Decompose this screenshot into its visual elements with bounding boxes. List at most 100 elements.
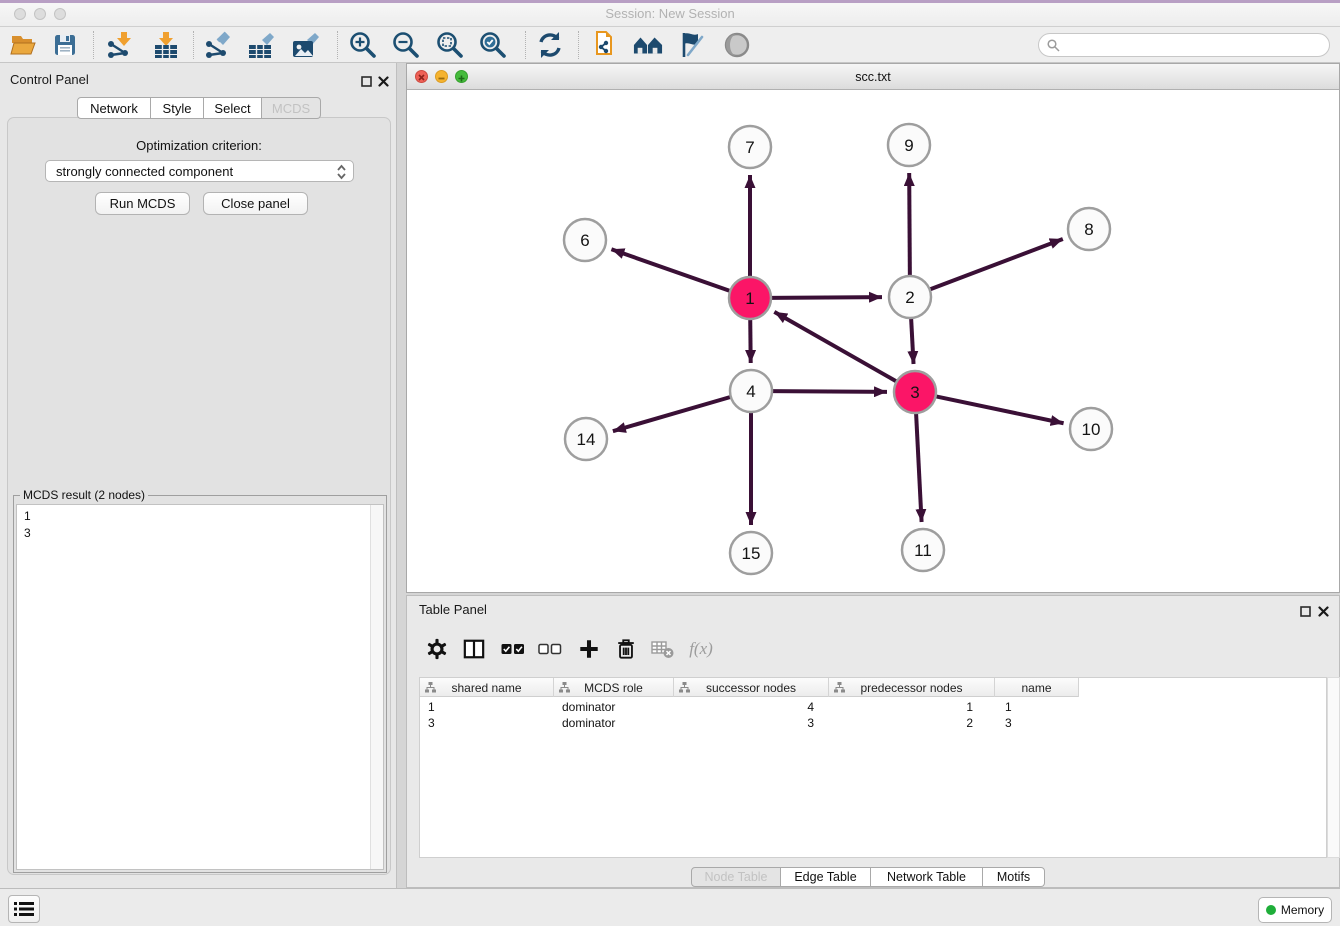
edge-1-2[interactable]: [771, 297, 882, 298]
duplicate-network-icon[interactable]: [590, 30, 620, 60]
mcds-result-legend: MCDS result (2 nodes): [20, 488, 148, 502]
refresh-icon[interactable]: [535, 30, 565, 60]
zoom-fit-icon[interactable]: [435, 30, 465, 60]
search-input[interactable]: [1065, 35, 1323, 55]
result-scrollbar[interactable]: [370, 505, 383, 869]
cell-predecessor-nodes: 2: [829, 715, 995, 731]
edge-3-1[interactable]: [774, 312, 896, 382]
tab-node-table[interactable]: Node Table: [691, 867, 781, 887]
column-header-predecessor-nodes[interactable]: predecessor nodes: [829, 678, 995, 697]
memory-label: Memory: [1281, 903, 1324, 917]
network-window-title: scc.txt: [407, 70, 1339, 84]
node-label: 10: [1082, 420, 1101, 439]
node-label: 9: [904, 136, 913, 155]
optimization-criterion-label: Optimization criterion:: [8, 138, 390, 153]
edge-2-3[interactable]: [911, 318, 913, 364]
close-table-panel-icon[interactable]: [1318, 604, 1329, 615]
edge-2-8[interactable]: [930, 239, 1063, 290]
result-line: 3: [24, 525, 376, 542]
tab-edge-table[interactable]: Edge Table: [781, 867, 871, 887]
float-table-panel-icon[interactable]: [1300, 604, 1311, 615]
zoom-out-icon[interactable]: [391, 30, 421, 60]
cell-mcds-role: dominator: [554, 699, 674, 715]
edge-1-6[interactable]: [611, 249, 730, 291]
network-window-titlebar[interactable]: scc.txt: [407, 64, 1339, 90]
tab-network-table[interactable]: Network Table: [871, 867, 983, 887]
edge-4-14[interactable]: [613, 397, 731, 431]
network-canvas[interactable]: 7968124314101511: [407, 90, 1339, 592]
window-titlebar: Session: New Session: [0, 0, 1340, 27]
toolbar-separator: [93, 31, 94, 59]
control-panel-title: Control Panel: [10, 72, 89, 87]
status-bar: Memory: [0, 888, 1340, 926]
application-window: Session: New Session: [0, 0, 1340, 926]
table-row[interactable]: 1 dominator 4 1 1: [420, 699, 1079, 715]
column-header-shared-name[interactable]: shared name: [420, 678, 554, 697]
column-header-successor-nodes[interactable]: successor nodes: [674, 678, 829, 697]
cell-shared-name: 1: [420, 699, 554, 715]
export-image-icon[interactable]: [290, 30, 320, 60]
edge-3-10[interactable]: [936, 396, 1064, 423]
cell-predecessor-nodes: 1: [829, 699, 995, 715]
cell-mcds-role: dominator: [554, 715, 674, 731]
column-header-name[interactable]: name: [995, 678, 1079, 697]
save-session-icon[interactable]: [50, 30, 80, 60]
task-history-button[interactable]: [8, 895, 40, 923]
toolbar-separator: [337, 31, 338, 59]
export-table-icon[interactable]: [246, 30, 276, 60]
table-tabs: Node Table Edge Table Network Table Moti…: [691, 867, 1045, 887]
edge-2-9[interactable]: [909, 173, 910, 276]
close-panel-icon[interactable]: [378, 74, 389, 85]
table-panel-title: Table Panel: [419, 602, 487, 617]
eye-icon[interactable]: [722, 30, 752, 60]
mcds-result-box[interactable]: 1 3: [16, 504, 384, 870]
toolbar-separator: [578, 31, 579, 59]
column-header-mcds-role[interactable]: MCDS role: [554, 678, 674, 697]
export-network-icon[interactable]: [202, 30, 232, 60]
tab-style[interactable]: Style: [151, 97, 204, 119]
cell-successor-nodes: 4: [674, 699, 829, 715]
edge-4-3[interactable]: [772, 391, 887, 392]
window-title: Session: New Session: [0, 6, 1340, 21]
flag-icon[interactable]: [677, 30, 707, 60]
tab-network[interactable]: Network: [77, 97, 151, 119]
tree-icon: [834, 682, 845, 693]
import-table-icon[interactable]: [151, 30, 181, 60]
toolbar-separator: [193, 31, 194, 59]
control-panel: Control Panel Network Style Select MCDS …: [0, 63, 397, 888]
import-network-icon[interactable]: [104, 30, 134, 60]
neighbors-houses-icon[interactable]: [633, 30, 663, 60]
show-columns-icon[interactable]: [457, 634, 491, 664]
node-label: 7: [745, 138, 754, 157]
criterion-value: strongly connected component: [56, 164, 233, 179]
cell-shared-name: 3: [420, 715, 554, 731]
run-mcds-button[interactable]: Run MCDS: [95, 192, 190, 215]
tab-select[interactable]: Select: [204, 97, 262, 119]
delete-row-trash-icon[interactable]: [609, 634, 643, 664]
toolbar-separator: [525, 31, 526, 59]
close-panel-button[interactable]: Close panel: [203, 192, 308, 215]
criterion-dropdown[interactable]: strongly connected component: [45, 160, 354, 182]
delete-table-icon[interactable]: [646, 634, 680, 664]
add-row-icon[interactable]: [572, 634, 606, 664]
function-builder-icon: f(x): [684, 634, 718, 664]
tab-mcds[interactable]: MCDS: [262, 97, 321, 119]
network-view-window: scc.txt 7968124314101511: [406, 63, 1340, 593]
select-all-icon[interactable]: [496, 634, 530, 664]
table-row[interactable]: 3 dominator 3 2 3: [420, 715, 1079, 731]
node-label: 4: [746, 382, 755, 401]
tab-motifs[interactable]: Motifs: [983, 867, 1045, 887]
float-panel-icon[interactable]: [361, 74, 372, 85]
node-label: 3: [910, 383, 919, 402]
table-settings-gear-icon[interactable]: [420, 634, 454, 664]
column-label: name: [1021, 681, 1051, 695]
zoom-selected-icon[interactable]: [478, 30, 508, 60]
zoom-in-icon[interactable]: [348, 30, 378, 60]
table-scrollbar[interactable]: [1327, 677, 1340, 858]
deselect-all-icon[interactable]: [533, 634, 567, 664]
open-session-icon[interactable]: [8, 30, 38, 60]
edge-3-11[interactable]: [916, 413, 922, 522]
memory-button[interactable]: Memory: [1258, 897, 1332, 923]
tree-icon: [559, 682, 570, 693]
mcds-result-fieldset: MCDS result (2 nodes) 1 3: [13, 488, 387, 873]
